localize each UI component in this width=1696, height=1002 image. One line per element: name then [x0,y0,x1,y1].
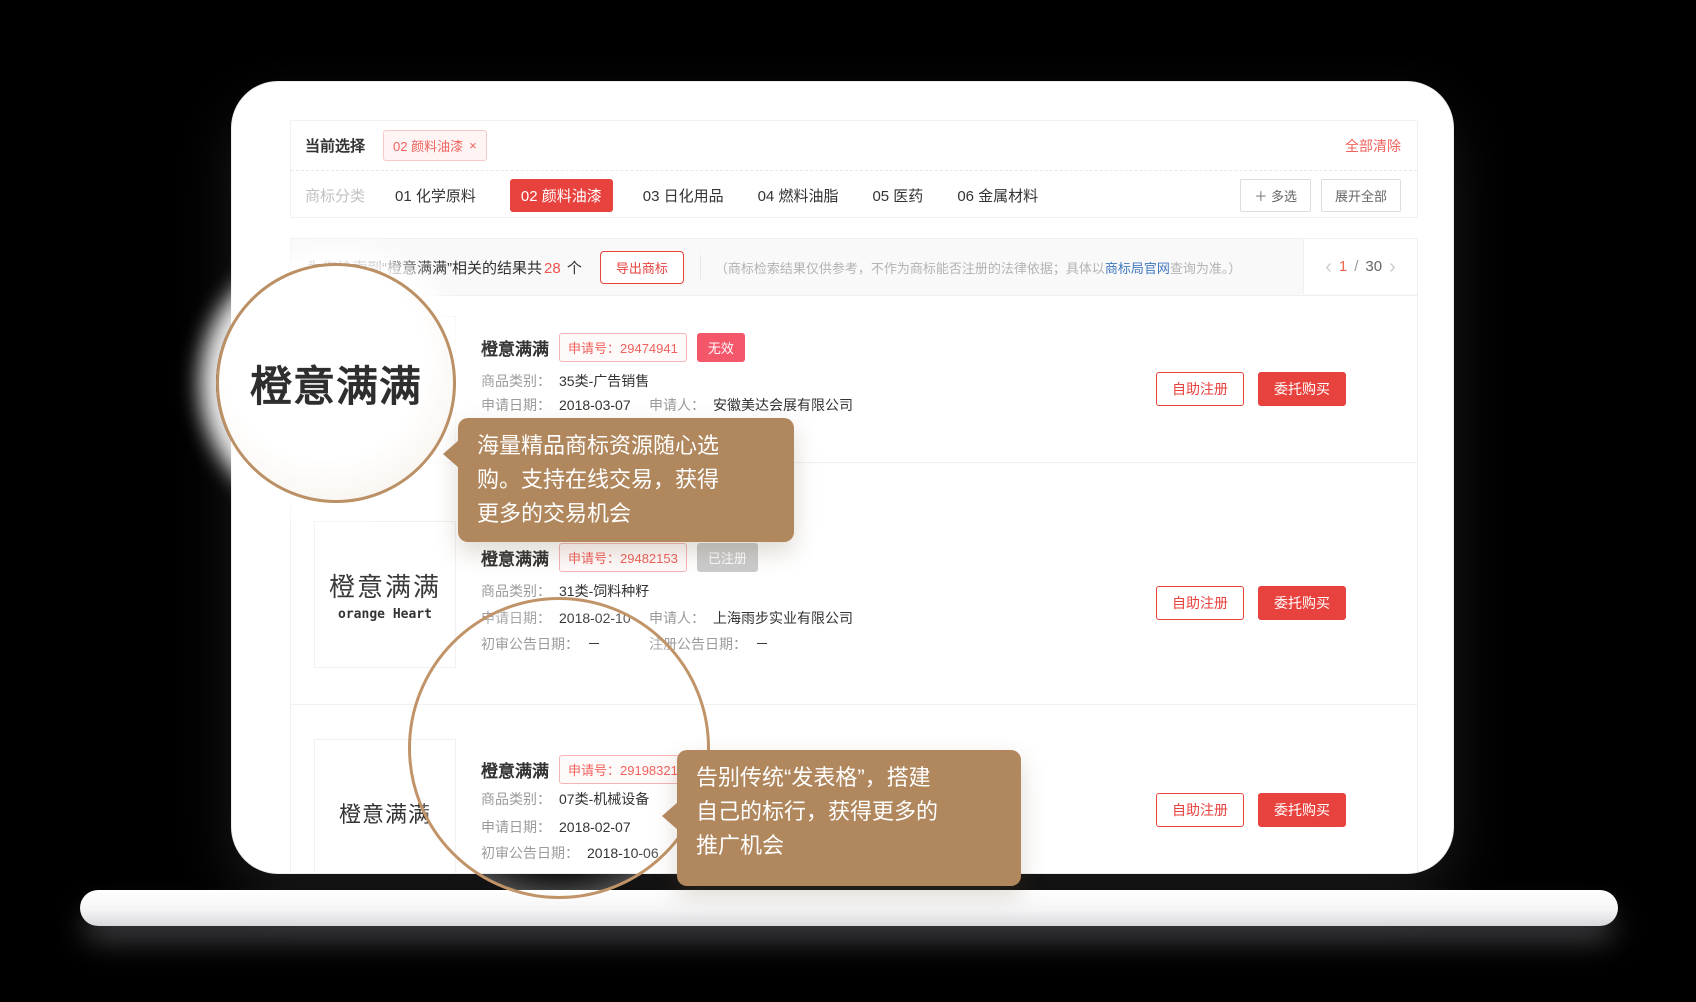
self-register-button[interactable]: 自助注册 [1156,793,1244,827]
prev-page-icon[interactable]: ‹ [1325,257,1332,277]
multi-select-button[interactable]: ＋ 多选 [1240,179,1311,212]
next-page-icon[interactable]: › [1389,257,1396,277]
application-number-value: 29482153 [620,551,678,566]
entrust-buy-button[interactable]: 委托购买 [1258,793,1346,827]
category-item-05[interactable]: 05 医药 [872,185,923,206]
row2-title-line: 橙意满满 申请号：29482153 已注册 [481,543,758,572]
results-unit: 个 [567,260,582,277]
row3-actions: 自助注册 委托购买 [1156,793,1346,827]
application-number-tag: 申请号：29474941 [559,333,687,362]
category-field-value: 31类-饲料种籽 [559,583,649,599]
tooltip-line: 购。支持在线交易，获得 [477,463,775,497]
applicant-label: 申请人： [649,397,705,413]
status-badge-invalid: 无效 [697,333,745,362]
export-trademark-button[interactable]: 导出商标 [600,251,684,284]
category-field-label: 商品类别： [481,373,551,389]
tooltip-line: 告别传统“发表格”，搭建 [696,761,1002,795]
self-register-button[interactable]: 自助注册 [1156,372,1244,406]
row1-title-line: 橙意满满 申请号：29474941 无效 [481,333,745,362]
current-page: 1 [1339,258,1347,275]
page-divider: / [1354,258,1358,275]
category-field-label: 商品类别： [481,583,551,599]
category-item-03[interactable]: 03 日化用品 [643,185,724,206]
row1-applicant: 申请人： 安徽美达会展有限公司 [649,395,853,415]
lens-circle [408,597,710,899]
filter-buttons: ＋ 多选 展开全部 [1240,179,1401,212]
tooltip-line: 更多的交易机会 [477,497,775,531]
category-item-01[interactable]: 01 化学原料 [395,185,476,206]
entrust-buy-button[interactable]: 委托购买 [1258,586,1346,620]
category-label: 商标分类 [305,185,365,206]
screenshot-stage: 当前选择 02 颜料油漆 × 全部清除 商标分类 01 化学原料 02 颜料油漆… [0,0,1696,1002]
category-item-02-selected[interactable]: 02 颜料油漆 [510,179,613,212]
row2-applicant: 申请人： 上海雨步实业有限公司 [649,608,853,628]
tooltip-line: 推广机会 [696,829,1002,863]
applicant-value: 上海雨步实业有限公司 [713,610,853,626]
expand-all-button[interactable]: 展开全部 [1321,179,1401,212]
results-count: 28 [544,260,561,277]
disclaimer-note: （商标检索结果仅供参考，不作为商标能否注册的法律依据；具体以商标局官网查询为准。… [715,258,1242,277]
category-row: 商标分类 01 化学原料 02 颜料油漆 03 日化用品 04 燃料油脂 05 … [291,171,1417,219]
application-number-label: 申请号： [568,341,620,356]
tag-remove-icon[interactable]: × [469,138,477,153]
laptop-base [80,890,1618,926]
row1-apply-date: 申请日期： 2018-03-07 [481,395,631,415]
filter-panel: 当前选择 02 颜料油漆 × 全部清除 商标分类 01 化学原料 02 颜料油漆… [290,120,1418,218]
applicant-value: 安徽美达会展有限公司 [713,397,853,413]
results-header: 为您检索到“橙意满满”相关的结果共28 个 导出商标 （商标检索结果仅供参考，不… [291,239,1417,296]
selected-filter-tag[interactable]: 02 颜料油漆 × [383,130,487,161]
category-field-value: 35类-广告销售 [559,373,649,389]
disclaimer-pre: （商标检索结果仅供参考，不作为商标能否注册的法律依据；具体以 [715,261,1105,276]
reg-notice-value: － [755,636,769,652]
current-selection-row: 当前选择 02 颜料油漆 × 全部清除 [291,121,1417,171]
category-item-06[interactable]: 06 金属材料 [957,185,1038,206]
trademark-image-2: 橙意满满 orange Heart [314,521,456,668]
application-number-label: 申请号： [568,551,620,566]
row1-category: 商品类别： 35类-广告销售 [481,371,649,391]
trademark-image-2-cn: 橙意满满 [329,567,441,604]
tooltip-arrow-left-icon [662,802,678,830]
apply-date-label: 申请日期： [481,397,551,413]
selected-filter-tag-text: 02 颜料油漆 [393,136,463,155]
clear-all-link[interactable]: 全部清除 [1345,136,1401,156]
application-number-value: 29474941 [620,341,678,356]
tooltip-line: 海量精品商标资源随心选 [477,429,775,463]
current-selection-label: 当前选择 [305,135,365,156]
tooltip-promotion: 告别传统“发表格”，搭建 自己的标行，获得更多的 推广机会 [677,750,1021,886]
entrust-buy-button[interactable]: 委托购买 [1258,372,1346,406]
self-register-button[interactable]: 自助注册 [1156,586,1244,620]
trademark-name[interactable]: 橙意满满 [481,545,549,570]
status-badge-registered: 已注册 [697,543,758,572]
tooltip-arrow-left-icon [443,440,459,468]
category-item-04[interactable]: 04 燃料油脂 [758,185,839,206]
pagination: ‹ 1 / 30 › [1303,239,1417,294]
tooltip-line: 自己的标行，获得更多的 [696,795,1002,829]
row2-actions: 自助注册 委托购买 [1156,586,1346,620]
trademark-office-link[interactable]: 商标局官网 [1105,261,1170,276]
magnified-trademark-text: 橙意满满 [250,353,422,414]
application-number-tag: 申请号：29482153 [559,543,687,572]
total-pages: 30 [1365,258,1382,275]
header-separator [700,255,701,279]
applicant-label: 申请人： [649,610,705,626]
magnifier-circle: 橙意满满 [216,263,456,503]
trademark-image-2-en: orange Heart [338,607,432,622]
trademark-name[interactable]: 橙意满满 [481,335,549,360]
disclaimer-post: 查询为准。） [1170,261,1242,276]
apply-date-value: 2018-03-07 [559,397,631,413]
tooltip-marketplace: 海量精品商标资源随心选 购。支持在线交易，获得 更多的交易机会 [458,418,794,542]
row1-actions: 自助注册 委托购买 [1156,372,1346,406]
